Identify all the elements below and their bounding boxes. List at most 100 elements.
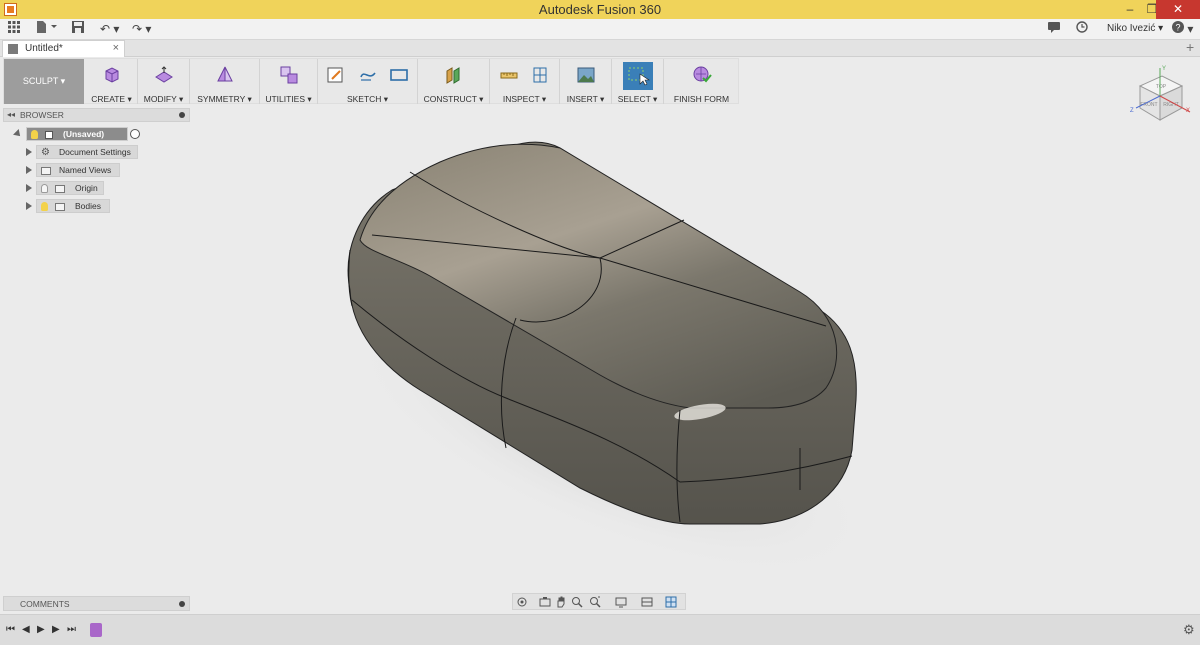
new-tab-icon[interactable]: + (1186, 39, 1194, 55)
file-menu-icon[interactable] (36, 21, 58, 38)
browser-item-origin[interactable]: Origin (25, 181, 105, 195)
measure-icon[interactable] (499, 65, 519, 85)
finish-form-icon[interactable] (692, 65, 712, 85)
workspace-switcher[interactable]: SCULPT ▾ (4, 59, 84, 104)
insert-canvas-icon[interactable] (576, 65, 596, 85)
expand-arrow-icon[interactable] (26, 202, 32, 210)
comments-pin-icon[interactable] (179, 601, 185, 607)
named-views-node[interactable]: Named Views (36, 163, 120, 177)
collapse-browser-icon[interactable]: ◂◂ (7, 109, 15, 121)
window-title: Autodesk Fusion 360 (538, 2, 662, 17)
origin-label: Origin (75, 183, 98, 193)
close-button[interactable]: ✕ (1156, 0, 1200, 19)
document-tab-bar: Untitled* × + (0, 39, 1200, 57)
create-box-icon[interactable] (102, 65, 122, 85)
browser-item-bodies[interactable]: Bodies (25, 199, 113, 213)
select-group[interactable]: SELECT ▾ (612, 59, 664, 104)
go-to-start-icon[interactable]: ⏮ (6, 624, 15, 636)
document-settings-node[interactable]: ⚙ Document Settings (36, 145, 138, 159)
browser-item-named-views[interactable]: Named Views (25, 163, 121, 177)
browser-item-document-settings[interactable]: ⚙ Document Settings (25, 145, 139, 159)
clock-icon[interactable] (1076, 21, 1088, 38)
comments-panel-header[interactable]: COMMENTS (3, 596, 190, 611)
look-at-icon[interactable] (539, 596, 551, 608)
expand-arrow-icon[interactable] (26, 166, 32, 174)
construct-group[interactable]: CONSTRUCT ▾ (418, 59, 490, 104)
visibility-bulb-off-icon[interactable] (41, 184, 48, 193)
3d-viewport[interactable] (190, 104, 1200, 592)
offset-plane-icon[interactable] (444, 65, 464, 85)
symmetry-group[interactable]: SYMMETRY ▾ (190, 59, 260, 104)
timeline-settings-gear-icon[interactable]: ⚙ (1183, 622, 1195, 638)
insert-group[interactable]: INSERT ▾ (560, 59, 612, 104)
create-group[interactable]: CREATE ▾ (86, 59, 138, 104)
save-icon[interactable] (72, 21, 84, 38)
mirror-symmetry-icon[interactable] (215, 65, 235, 85)
navigation-bar (512, 593, 686, 610)
view-cube[interactable]: TOP FRONT RIGHT Y Z X (1128, 62, 1194, 128)
step-back-icon[interactable]: ◀ (22, 624, 30, 636)
document-tab-label: Untitled* (25, 43, 63, 54)
edit-form-icon[interactable] (154, 65, 174, 85)
close-tab-icon[interactable]: × (113, 42, 119, 54)
sketch-group[interactable]: SKETCH ▾ (318, 59, 418, 104)
redo-button[interactable]: ↷ ▾ (132, 21, 151, 38)
timeline-form-feature-icon[interactable] (90, 623, 102, 637)
finish-form-group[interactable]: FINISH FORM (664, 59, 739, 104)
gear-icon: ⚙ (41, 147, 50, 158)
design-doc-icon (8, 44, 18, 54)
browser-root-node[interactable]: (Unsaved) (26, 127, 128, 141)
play-icon[interactable]: ▶ (37, 624, 45, 636)
named-views-label: Named Views (59, 165, 112, 175)
create-menu-label: CREATE ▾ (91, 94, 132, 104)
axis-x-label: X (1186, 108, 1190, 114)
rectangle-icon[interactable] (389, 65, 409, 85)
zoom-icon[interactable] (571, 596, 583, 608)
select-tool-icon[interactable] (622, 62, 653, 90)
visibility-bulb-icon[interactable] (31, 130, 38, 139)
folder-icon (55, 203, 65, 211)
visibility-bulb-icon[interactable] (41, 202, 48, 211)
viewports-icon[interactable] (665, 596, 677, 608)
component-icon (45, 131, 53, 139)
folder-icon (55, 185, 65, 193)
title-bar: Autodesk Fusion 360 – ❐ ✕ (0, 0, 1200, 19)
data-panel-grid-icon[interactable] (8, 21, 20, 38)
folder-icon (41, 167, 51, 175)
document-tab[interactable]: Untitled* × (2, 40, 125, 57)
root-label: (Unsaved) (63, 129, 105, 139)
create-sketch-icon[interactable] (326, 65, 346, 85)
view-cube-top-face[interactable]: TOP (1156, 84, 1167, 90)
section-analysis-icon[interactable] (530, 65, 550, 85)
browser-panel-header[interactable]: ◂◂ BROWSER (3, 108, 190, 122)
document-settings-label: Document Settings (59, 147, 131, 157)
help-button[interactable]: ? ▾ (1172, 21, 1193, 38)
pan-hand-icon[interactable] (555, 596, 567, 608)
activate-radio-icon[interactable] (130, 129, 140, 139)
bodies-node[interactable]: Bodies (36, 199, 110, 213)
browser-pin-icon[interactable] (179, 112, 185, 118)
quick-access-bar: ↶ ▾ ↷ ▾ Niko Ivezić ▾ ? ▾ (0, 19, 1200, 40)
help-icon: ? (1175, 23, 1180, 33)
expand-arrow-icon[interactable] (26, 184, 32, 192)
spline-icon[interactable] (358, 65, 378, 85)
step-forward-icon[interactable]: ▶ (52, 624, 60, 636)
origin-node[interactable]: Origin (36, 181, 104, 195)
collapse-arrow-icon[interactable] (13, 129, 23, 139)
bodies-label: Bodies (75, 201, 101, 211)
expand-arrow-icon[interactable] (26, 148, 32, 156)
inspect-group[interactable]: INSPECT ▾ (490, 59, 560, 104)
utilities-icon[interactable] (279, 65, 299, 85)
grid-snaps-icon[interactable] (641, 596, 653, 608)
go-to-end-icon[interactable]: ⏭ (67, 624, 76, 636)
user-account-menu[interactable]: Niko Ivezić ▾ (1107, 23, 1163, 34)
comments-title: COMMENTS (20, 599, 70, 609)
modify-group[interactable]: MODIFY ▾ (138, 59, 190, 104)
undo-button[interactable]: ↶ ▾ (100, 21, 119, 38)
display-settings-icon[interactable] (615, 596, 627, 608)
utilities-group[interactable]: UTILITIES ▾ (260, 59, 318, 104)
orbit-icon[interactable] (516, 596, 528, 608)
zoom-window-icon[interactable] (589, 596, 601, 608)
job-status-icon[interactable] (1048, 21, 1060, 38)
browser-root-row[interactable]: (Unsaved) (13, 127, 140, 141)
